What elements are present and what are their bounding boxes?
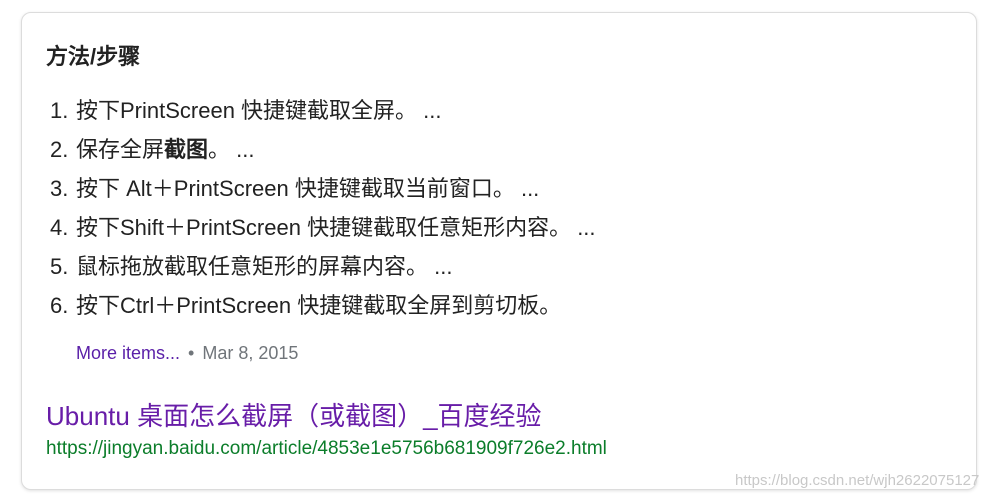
list-item: 3. 按下 Alt＋PrintScreen 快捷键截取当前窗口。 ... bbox=[50, 169, 596, 208]
step-text: 按下Shift＋PrintScreen 快捷键截取任意矩形内容。 ... bbox=[76, 215, 596, 240]
snippet-meta: More items... • Mar 8, 2015 bbox=[76, 343, 298, 364]
step-text: 鼠标拖放截取任意矩形的屏幕内容。 ... bbox=[76, 254, 453, 279]
list-item: 2. 保存全屏截图。 ... bbox=[50, 130, 596, 169]
step-number: 5. bbox=[50, 254, 69, 279]
watermark: https://blog.csdn.net/wjh2622075127 bbox=[735, 472, 980, 489]
step-number: 1. bbox=[50, 98, 69, 123]
step-number: 6. bbox=[50, 293, 69, 318]
step-number: 4. bbox=[50, 215, 69, 240]
step-number: 3. bbox=[50, 176, 69, 201]
step-text: 保存全屏 bbox=[76, 137, 165, 162]
step-text: 按下Ctrl＋PrintScreen 快捷键截取全屏到剪切板。 bbox=[76, 293, 562, 318]
featured-snippet-card: 方法/步骤 1. 按下PrintScreen 快捷键截取全屏。 ... 2. 保存全… bbox=[21, 12, 977, 490]
step-text-tail: 。 ... bbox=[208, 137, 255, 162]
more-items-link[interactable]: More items... bbox=[76, 343, 180, 363]
step-number: 2. bbox=[50, 137, 69, 162]
list-item: 5. 鼠标拖放截取任意矩形的屏幕内容。 ... bbox=[50, 247, 596, 286]
publish-date: Mar 8, 2015 bbox=[202, 343, 299, 363]
step-text: 按下 Alt＋PrintScreen 快捷键截取当前窗口。 ... bbox=[76, 176, 540, 201]
list-item: 6. 按下Ctrl＋PrintScreen 快捷键截取全屏到剪切板。 bbox=[50, 286, 596, 325]
step-text: 按下PrintScreen 快捷键截取全屏。 ... bbox=[76, 98, 442, 123]
list-item: 4. 按下Shift＋PrintScreen 快捷键截取任意矩形内容。 ... bbox=[50, 208, 596, 247]
step-highlight: 截图 bbox=[164, 137, 209, 162]
separator-dot: • bbox=[188, 343, 195, 363]
steps-list: 1. 按下PrintScreen 快捷键截取全屏。 ... 2. 保存全屏截图。 .… bbox=[50, 91, 596, 325]
result-url[interactable]: https://jingyan.baidu.com/article/4853e1… bbox=[46, 438, 607, 460]
list-item: 1. 按下PrintScreen 快捷键截取全屏。 ... bbox=[50, 91, 596, 130]
section-heading: 方法/步骤 bbox=[46, 44, 141, 69]
result-title-link[interactable]: Ubuntu 桌面怎么截屏（或截图）_百度经验 bbox=[46, 396, 542, 433]
